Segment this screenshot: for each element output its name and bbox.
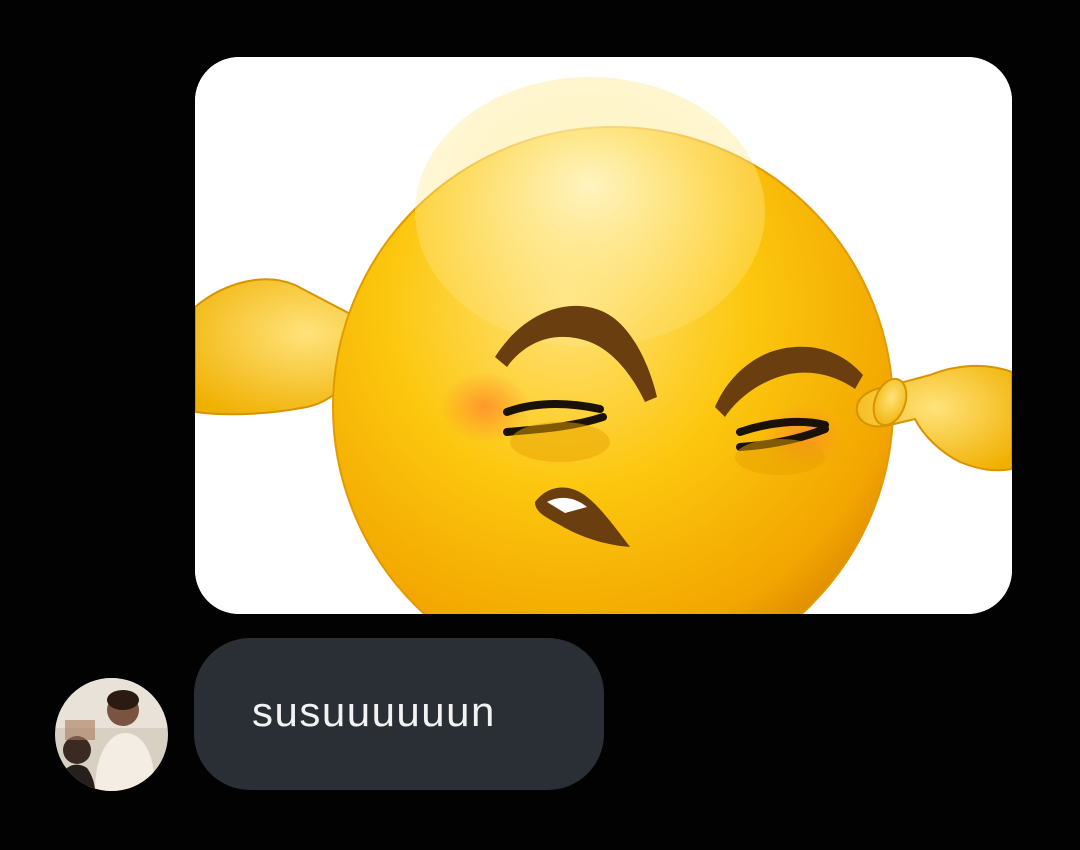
emoji-covering-ears-icon bbox=[195, 57, 1012, 614]
message-text: susuuuuuun bbox=[252, 688, 496, 735]
message-bubble[interactable]: susuuuuuun bbox=[194, 638, 604, 790]
profile-photo-icon bbox=[55, 678, 168, 791]
image-message[interactable] bbox=[195, 57, 1012, 614]
chat-thread: susuuuuuun bbox=[0, 0, 1080, 850]
avatar[interactable] bbox=[55, 678, 168, 791]
